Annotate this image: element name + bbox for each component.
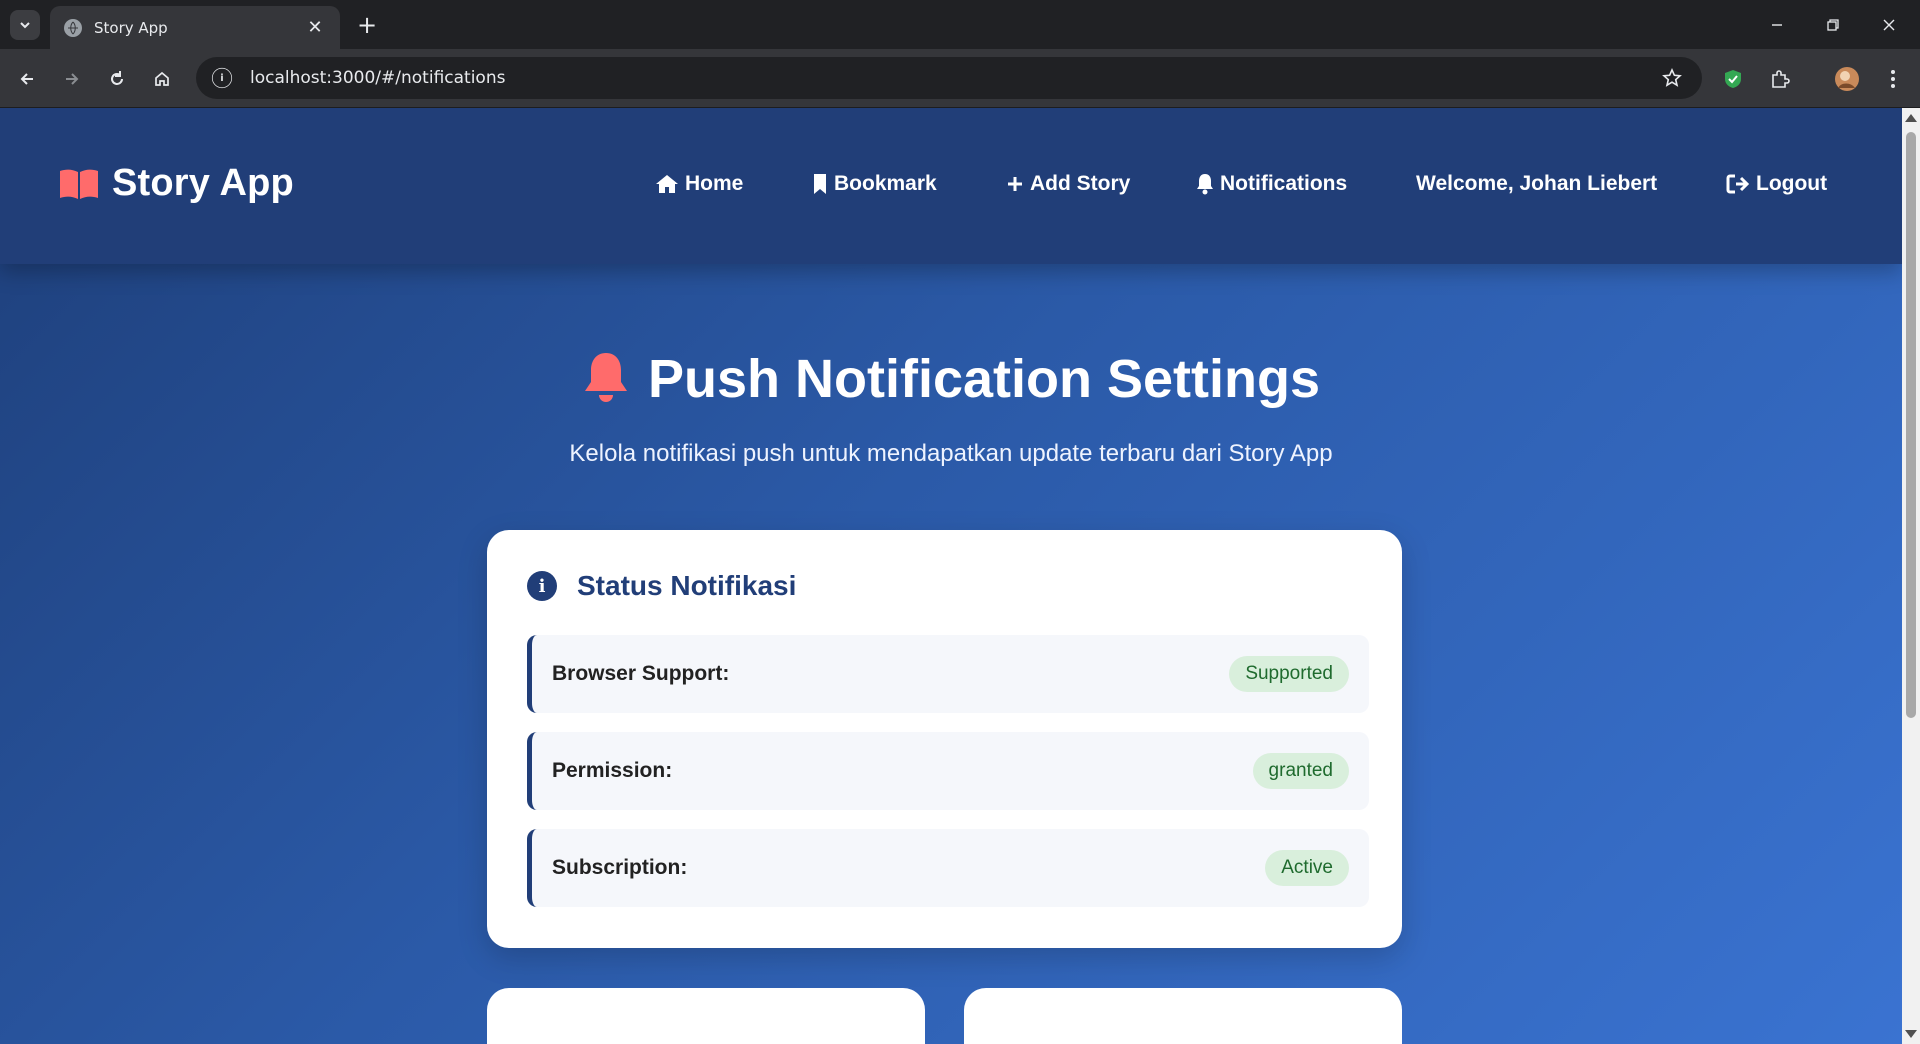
- home-icon[interactable]: [145, 62, 179, 96]
- welcome-text: Welcome, Johan Liebert: [1416, 172, 1658, 195]
- settings-card-left: [487, 988, 925, 1044]
- tab-title: Story App: [94, 18, 168, 37]
- page-title: Push Notification Settings: [647, 349, 1321, 409]
- status-badge: Active: [1265, 850, 1349, 886]
- status-row-subscription: Subscription: Active: [527, 829, 1369, 907]
- logout-icon: [1726, 173, 1750, 195]
- browser-tabbar: Story App ✕ +: [0, 0, 1920, 49]
- brand-logo[interactable]: Story App: [58, 162, 294, 205]
- nav-home[interactable]: Home: [655, 172, 743, 196]
- settings-card-right: [964, 988, 1402, 1044]
- status-card: i Status Notifikasi Browser Support: Sup…: [487, 530, 1402, 948]
- star-icon[interactable]: [1652, 68, 1692, 88]
- forward-icon[interactable]: [55, 62, 89, 96]
- plus-icon[interactable]: +: [352, 10, 382, 40]
- plus-icon: [1006, 175, 1024, 193]
- info-icon[interactable]: i: [211, 67, 233, 89]
- app-header: Story App Home Bookmark Add Story Notifi…: [0, 108, 1902, 264]
- status-badge: Supported: [1229, 656, 1349, 692]
- browser-tab[interactable]: Story App ✕: [50, 6, 340, 49]
- nav-add-story-label: Add Story: [1030, 172, 1131, 195]
- menu-icon[interactable]: [1876, 62, 1910, 96]
- nav-add-story[interactable]: Add Story: [1006, 172, 1130, 196]
- status-badge: granted: [1252, 753, 1349, 789]
- page-title-row: Push Notification Settings: [0, 348, 1902, 410]
- nav-logout[interactable]: Logout: [1726, 172, 1827, 196]
- avatar[interactable]: [1830, 62, 1864, 96]
- status-row-permission: Permission: granted: [527, 732, 1369, 810]
- home-icon: [655, 173, 679, 195]
- scroll-up-icon[interactable]: [1905, 114, 1917, 122]
- shield-icon[interactable]: [1716, 62, 1750, 96]
- status-row-browser-support: Browser Support: Supported: [527, 635, 1369, 713]
- address-bar[interactable]: i localhost:3000/#/notifications: [196, 57, 1702, 99]
- puzzle-icon[interactable]: [1763, 62, 1797, 96]
- scroll-down-icon[interactable]: [1905, 1030, 1917, 1038]
- page-scrollbar[interactable]: [1902, 108, 1920, 1044]
- reload-icon[interactable]: [100, 62, 134, 96]
- nav-bookmark[interactable]: Bookmark: [812, 172, 937, 196]
- window-close-icon[interactable]: [1862, 0, 1916, 49]
- book-open-icon: [58, 167, 100, 201]
- status-card-title: Status Notifikasi: [577, 570, 797, 601]
- globe-favicon: [64, 18, 82, 37]
- scroll-thumb[interactable]: [1906, 132, 1916, 718]
- browser-toolbar: i localhost:3000/#/notifications: [0, 49, 1920, 108]
- brand-name: Story App: [112, 162, 294, 204]
- status-card-header: i Status Notifikasi: [527, 570, 796, 602]
- close-icon[interactable]: ✕: [304, 17, 326, 38]
- status-row-label: Browser Support:: [552, 662, 730, 685]
- nav-bookmark-label: Bookmark: [834, 172, 937, 195]
- minimize-icon[interactable]: [1750, 0, 1804, 49]
- restore-icon[interactable]: [1806, 0, 1860, 49]
- page-subtitle: Kelola notifikasi push untuk mendapatkan…: [569, 440, 1333, 467]
- back-icon[interactable]: [10, 62, 44, 96]
- url-text[interactable]: localhost:3000/#/notifications: [250, 68, 1652, 88]
- info-icon: i: [527, 571, 557, 601]
- nav-notifications[interactable]: Notifications: [1196, 172, 1347, 196]
- nav-logout-label: Logout: [1756, 172, 1828, 195]
- bookmark-icon: [812, 173, 828, 195]
- page-viewport: Story App Home Bookmark Add Story Notifi…: [0, 108, 1902, 1044]
- status-row-label: Subscription:: [552, 856, 688, 879]
- bell-icon: [1196, 173, 1214, 195]
- nav-notifications-label: Notifications: [1220, 172, 1348, 195]
- nav-home-label: Home: [685, 172, 744, 195]
- bell-icon: [582, 351, 630, 407]
- status-row-label: Permission:: [552, 759, 673, 782]
- tab-list-icon[interactable]: [10, 10, 40, 40]
